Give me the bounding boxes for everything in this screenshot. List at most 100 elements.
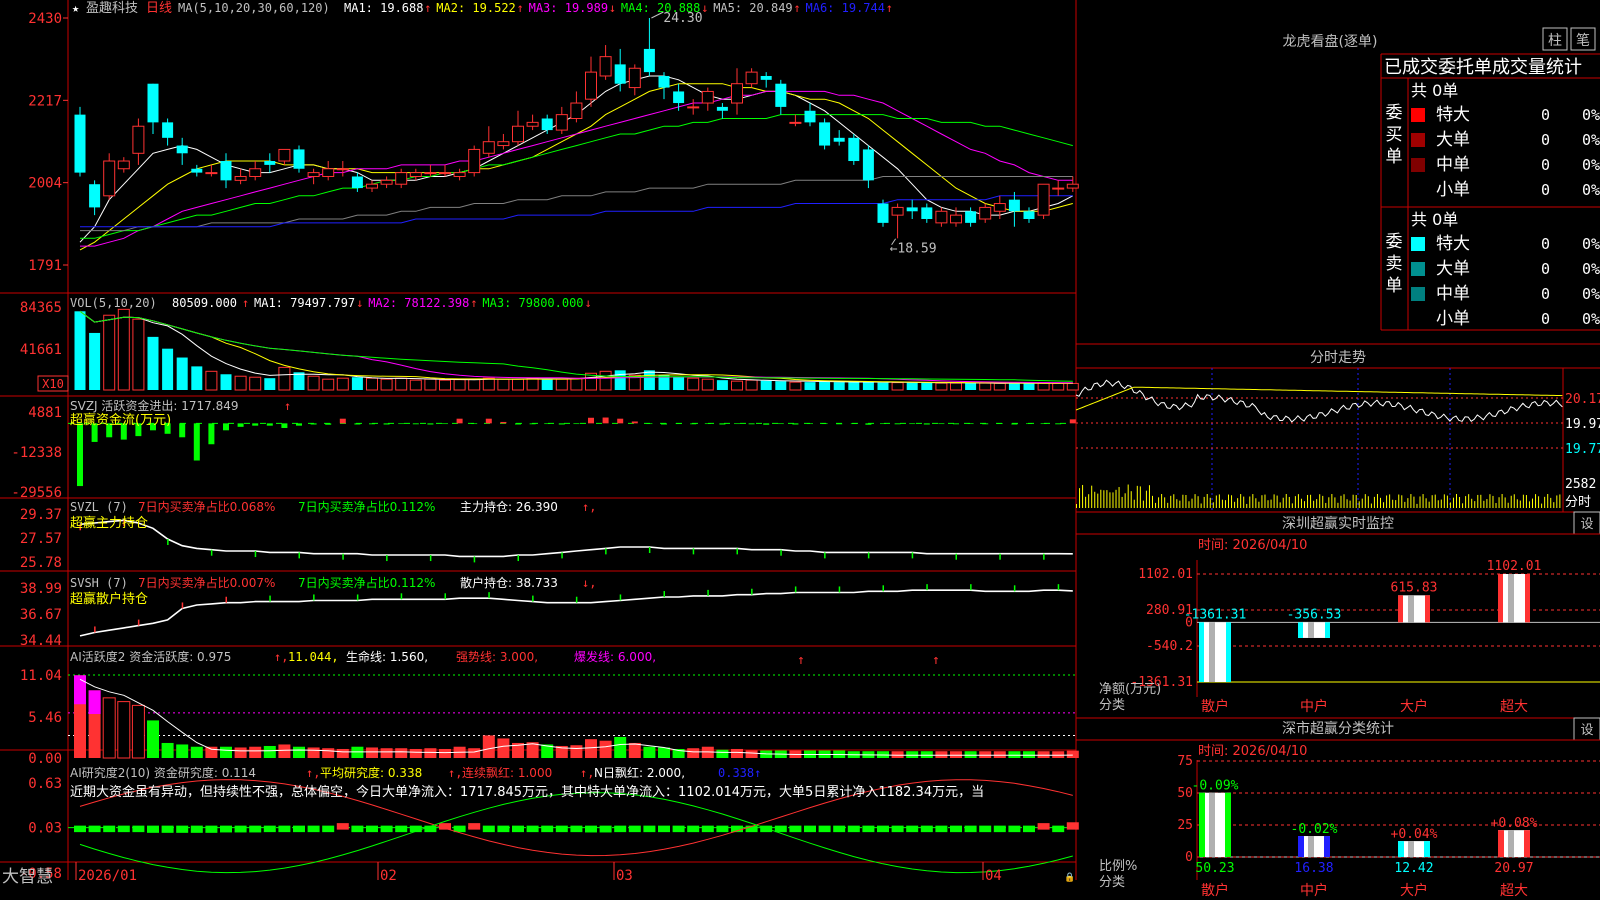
svzl-tick xyxy=(736,548,738,555)
ai2-bar xyxy=(351,825,364,833)
ai2-bar xyxy=(205,825,218,833)
ai1-bar xyxy=(891,751,904,758)
dragon-btn-bar-label[interactable]: 柱 xyxy=(1548,33,1562,49)
intraday-volume-bar xyxy=(1459,497,1461,508)
sell-row-pct: 0% xyxy=(1582,310,1600,328)
szmon-bar-edge xyxy=(1498,574,1503,623)
ai2-bar xyxy=(555,825,568,833)
candle-body-up xyxy=(103,160,116,197)
ai1-bar xyxy=(731,748,743,758)
intraday-volume-bar xyxy=(1319,494,1321,508)
vol-title: VOL(5,10,20) xyxy=(70,296,157,310)
intraday-volume-bar xyxy=(1118,487,1120,508)
svzj-bar xyxy=(748,423,755,425)
svsh-tick xyxy=(488,592,490,599)
svsh-tick xyxy=(926,584,928,591)
ai2-bar xyxy=(482,825,495,833)
intraday-volume-bar xyxy=(1270,499,1272,508)
ai1-bar xyxy=(147,720,159,758)
ai1-bar xyxy=(366,747,378,758)
vol-unit: X10 xyxy=(42,377,64,391)
intraday-volume-bar xyxy=(1480,494,1482,508)
sell-row-pct: 0% xyxy=(1582,285,1600,303)
intraday-volume-bar xyxy=(1462,503,1464,508)
intraday-volume-bar xyxy=(1142,500,1144,508)
candle-body-up xyxy=(950,214,962,224)
volume-bar-down xyxy=(191,366,203,390)
volume-bar-up xyxy=(395,377,408,391)
intraday-volume-bar xyxy=(1212,502,1214,508)
szcls-bar-edge xyxy=(1424,841,1430,857)
svzj-bar xyxy=(792,423,799,425)
szmon-xlabel: 分类 xyxy=(1099,698,1125,713)
ai2-bar xyxy=(380,825,393,833)
candle-body-up xyxy=(628,67,641,89)
intraday-volume-bar xyxy=(1136,485,1138,508)
svzj-bar xyxy=(953,423,959,425)
szmon-settings-label[interactable]: 设 xyxy=(1580,517,1593,532)
svzj-bar xyxy=(223,423,229,431)
candle-body-up xyxy=(395,172,408,185)
svzj-bar xyxy=(354,423,361,425)
intraday-volume-bar xyxy=(1307,494,1309,508)
volume-bar-up xyxy=(307,375,320,391)
ai1-v4: 强势线: 3.000, xyxy=(456,650,538,664)
stock-terminal: 243022172004179124.30←18.59★ 盈趣科技 日线 MA(5,1… xyxy=(0,0,1600,899)
svzj-bar xyxy=(1055,423,1062,425)
svzj-bar xyxy=(982,423,989,425)
svzj-bar xyxy=(398,423,405,425)
szcls-bar-edge xyxy=(1298,836,1304,857)
volume-bar-down xyxy=(293,372,305,390)
svzj-bar xyxy=(485,418,492,424)
vol-ma-line xyxy=(79,310,1073,384)
svzl-tick xyxy=(167,539,169,546)
ai1-bar xyxy=(102,697,116,759)
szcls-bar-edge xyxy=(1324,836,1330,857)
szcls-category: 中户 xyxy=(1300,882,1328,899)
intraday-volume-bar xyxy=(1516,499,1518,508)
ai2-bar xyxy=(117,825,130,833)
dragon-btn-tick-label[interactable]: 笔 xyxy=(1576,33,1590,49)
intraday-volume-bar xyxy=(1310,494,1312,508)
vol-ma-legend: MA3: 79800.000 xyxy=(482,296,583,310)
volume-bar-up xyxy=(701,378,714,391)
svzj-ytick: -12338 xyxy=(11,445,62,461)
intraday-volume-bar xyxy=(1164,497,1166,508)
intraday-volume-bar xyxy=(1373,496,1375,508)
intraday-volume-bar xyxy=(1538,496,1540,508)
intraday-volume-bar xyxy=(1547,494,1549,508)
volume-bar-down xyxy=(862,382,874,390)
intraday-volume-bar xyxy=(1194,494,1196,508)
ai1-v5: 爆发线: 6.000, xyxy=(574,649,656,664)
candle-body-down xyxy=(1008,199,1020,212)
svsh-tick xyxy=(313,594,315,601)
intraday-volume-bar xyxy=(1203,496,1205,508)
ai1-bar xyxy=(322,748,335,758)
candle-body-down xyxy=(673,91,685,104)
vol-ma-legend: MA2: 78122.398 xyxy=(368,296,469,310)
intraday-volume-bar xyxy=(1383,502,1385,508)
candle-body-down xyxy=(74,114,86,173)
ai2-bar xyxy=(774,825,787,833)
xaxis-label: 2026/01 xyxy=(78,868,137,884)
volume-bar-up xyxy=(512,378,524,391)
ai1-bar xyxy=(906,751,919,758)
intraday-volume-bar xyxy=(1316,499,1318,508)
ai2-bar xyxy=(847,825,860,833)
intraday-volume-bar xyxy=(1407,498,1409,508)
intraday-volume-bar xyxy=(1474,501,1476,508)
volume-bar-up xyxy=(249,376,262,391)
szcls-ylabel: 比例% xyxy=(1099,859,1137,874)
candle-body-down xyxy=(819,122,831,146)
intraday-volume-bar xyxy=(1452,497,1454,508)
szcls-settings-label[interactable]: 设 xyxy=(1580,723,1593,738)
szcls-change-label: -0.02% xyxy=(1291,822,1338,837)
szmon-bar-edge xyxy=(1325,622,1330,638)
svzl-p3: 主力持仓: 26.390 xyxy=(460,499,558,514)
ai2-bar xyxy=(1023,825,1035,833)
candle-body-up xyxy=(979,206,992,220)
svzj-bar xyxy=(310,423,317,425)
svzj-bar xyxy=(281,423,288,428)
ai2-bar xyxy=(950,825,962,833)
ai1-bar xyxy=(117,701,131,759)
